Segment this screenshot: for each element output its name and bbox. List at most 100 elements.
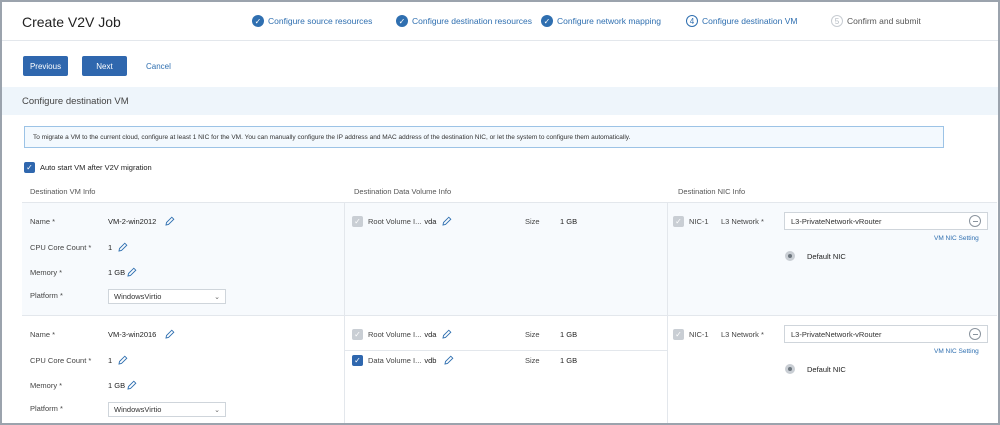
memory-label: Memory * [30,381,63,390]
checkbox-disabled-icon: ✓ [352,216,363,227]
check-icon: ✓ [396,15,408,27]
column-vm-info: Destination VM Info [30,187,96,196]
memory-value: 1 GB [108,381,126,390]
edit-pencil-icon[interactable] [442,216,452,226]
check-icon: ✓ [252,15,264,27]
vm-name: VM-3-win2016 [108,330,157,339]
memory-label: Memory * [30,268,63,277]
page-title: Create V2V Job [22,14,121,30]
radio-icon [785,251,795,261]
cpu-value: 1 [108,243,113,252]
vm-nic-setting-link[interactable]: VM NIC Setting [934,348,979,355]
edit-pencil-icon[interactable] [118,355,128,365]
column-separator [667,316,668,423]
checkbox-checked-icon: ✓ [24,162,35,173]
data-volume-checkbox[interactable]: ✓ Data Volume I... vdb [352,355,436,366]
step-label: Configure network mapping [557,16,661,26]
step-label: Confirm and submit [847,16,921,26]
chevron-down-icon: ⌄ [214,406,220,414]
platform-label: Platform * [30,291,63,300]
nic-label: NIC-1 [689,217,709,226]
edit-pencil-icon[interactable] [442,329,452,339]
size-label: Size [525,330,540,339]
volume-device: vdb [424,356,437,365]
nic-label: NIC-1 [689,330,709,339]
size-value: 1 GB [560,330,578,339]
checkbox-checked-icon: ✓ [352,355,363,366]
section-title: Configure destination VM [22,96,129,107]
nic-1-checkbox[interactable]: ✓ NIC-1 [673,216,709,227]
step-confirm-submit[interactable]: 5 Confirm and submit [831,15,921,27]
previous-button[interactable]: Previous [23,56,68,76]
chevron-down-icon: ⌄ [214,293,220,301]
step-number: 5 [831,15,843,27]
default-nic-radio[interactable]: Default NIC [785,364,846,374]
step-number: 4 [686,15,698,27]
cpu-label: CPU Core Count * [30,243,92,252]
column-separator [667,203,668,315]
row-divider [22,315,997,316]
platform-select[interactable]: WindowsVirtio ⌄ [108,402,226,417]
section-header [2,87,998,115]
root-volume-checkbox[interactable]: ✓ Root Volume I... vda [352,216,436,227]
platform-select[interactable]: WindowsVirtio ⌄ [108,289,226,304]
auto-start-label: Auto start VM after V2V migration [40,163,152,172]
remove-circle-icon[interactable] [969,215,981,227]
l3-network-label: L3 Network * [721,330,764,339]
platform-label: Platform * [30,404,63,413]
edit-pencil-icon[interactable] [165,216,175,226]
radio-icon [785,364,795,374]
nic-1-checkbox[interactable]: ✓ NIC-1 [673,329,709,340]
edit-pencil-icon[interactable] [118,242,128,252]
volume-device: vda [424,217,437,226]
checkbox-disabled-icon: ✓ [352,329,363,340]
volume-divider [344,350,667,351]
default-nic-label: Default NIC [807,364,846,374]
step-destination-vm[interactable]: 4 Configure destination VM [686,15,797,27]
platform-value: WindowsVirtio [114,292,162,301]
next-button[interactable]: Next [82,56,127,76]
volume-device: vda [424,330,437,339]
volume-label: Root Volume I... [368,330,422,339]
step-label: Configure source resources [268,16,373,26]
check-icon: ✓ [541,15,553,27]
volume-label: Root Volume I... [368,217,422,226]
edit-pencil-icon[interactable] [444,355,454,365]
edit-pencil-icon[interactable] [127,380,137,390]
default-nic-label: Default NIC [807,251,846,261]
header-divider [2,40,998,41]
column-nic-info: Destination NIC Info [678,187,746,196]
remove-circle-icon[interactable] [969,328,981,340]
size-value: 1 GB [560,217,578,226]
l3-network-label: L3 Network * [721,217,764,226]
default-nic-radio[interactable]: Default NIC [785,251,846,261]
l3-network-value: L3-PrivateNetwork-vRouter [791,216,882,226]
memory-value: 1 GB [108,268,126,277]
cancel-button[interactable]: Cancel [146,56,171,76]
cpu-label: CPU Core Count * [30,356,92,365]
size-label: Size [525,356,540,365]
size-value: 1 GB [560,356,578,365]
vm-nic-setting-link[interactable]: VM NIC Setting [934,235,979,242]
edit-pencil-icon[interactable] [127,267,137,277]
l3-network-input[interactable]: L3-PrivateNetwork-vRouter [784,212,988,230]
name-label: Name * [30,330,56,339]
column-separator [344,203,345,315]
step-configure-destination[interactable]: ✓ Configure destination resources [396,15,532,27]
step-label: Configure destination resources [412,16,533,26]
info-banner: To migrate a VM to the current cloud, co… [24,126,944,148]
vm-name: VM-2-win2012 [108,217,157,226]
root-volume-checkbox[interactable]: ✓ Root Volume I... vda [352,329,436,340]
edit-pencil-icon[interactable] [165,329,175,339]
column-separator [344,316,345,423]
l3-network-input[interactable]: L3-PrivateNetwork-vRouter [784,325,988,343]
checkbox-disabled-icon: ✓ [673,329,684,340]
create-v2v-job-dialog: Create V2V Job ✓ Configure source resour… [0,0,1000,425]
column-volume-info: Destination Data Volume Info [354,187,452,196]
auto-start-checkbox[interactable]: ✓ Auto start VM after V2V migration [24,162,152,173]
step-network-mapping[interactable]: ✓ Configure network mapping [541,15,661,27]
name-label: Name * [30,217,56,226]
step-configure-source[interactable]: ✓ Configure source resources [252,15,372,27]
checkbox-disabled-icon: ✓ [673,216,684,227]
l3-network-value: L3-PrivateNetwork-vRouter [791,329,882,339]
